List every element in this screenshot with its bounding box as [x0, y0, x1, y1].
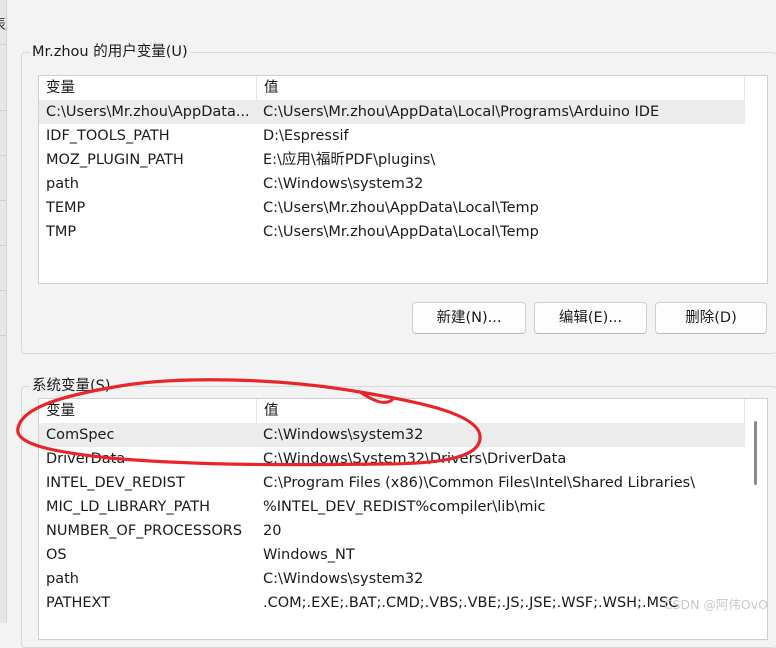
left-edge-char: 表 — [0, 14, 6, 34]
variable-value: E:\应用\福昕PDF\plugins\ — [263, 152, 436, 168]
variable-value: C:\Users\Mr.zhou\AppData\Local\Temp — [263, 224, 539, 240]
variable-name: DriverData — [46, 451, 126, 467]
user-variables-group: Mr.zhou 的用户变量(U) 变量 值 C:\Users\Mr.zhou\A… — [21, 42, 776, 354]
list-rows: ComSpec C:\Windows\system32 DriverData C… — [39, 423, 745, 615]
variable-name: PATHEXT — [46, 595, 111, 611]
table-row[interactable]: OS Windows_NT — [39, 543, 745, 567]
edge-divider — [0, 44, 6, 45]
variable-value: %INTEL_DEV_REDIST%compiler\lib\mic — [263, 499, 546, 515]
column-header-value[interactable]: 值 — [257, 76, 745, 100]
column-header-name[interactable]: 变量 — [39, 76, 257, 100]
variable-name: path — [46, 571, 79, 587]
column-header-value[interactable]: 值 — [257, 399, 745, 423]
table-row[interactable]: path C:\Windows\system32 — [39, 567, 745, 591]
variable-name: TEMP — [46, 200, 86, 216]
table-row[interactable]: PATHEXT .COM;.EXE;.BAT;.CMD;.VBS;.VBE;.J… — [39, 591, 745, 615]
edge-divider — [0, 245, 6, 246]
table-row[interactable]: DriverData C:\Windows\System32\Drivers\D… — [39, 447, 745, 471]
variable-value: C:\Windows\system32 — [263, 176, 424, 192]
variable-value: D:\Espressif — [263, 128, 349, 144]
variable-value: 20 — [263, 523, 282, 539]
edit-variable-button[interactable]: 编辑(E)... — [534, 302, 647, 334]
table-row[interactable]: TEMP C:\Users\Mr.zhou\AppData\Local\Temp — [39, 196, 745, 220]
variable-name: TMP — [46, 224, 77, 240]
user-variables-list[interactable]: 变量 值 C:\Users\Mr.zhou\AppData... C:\User… — [38, 75, 768, 284]
variable-name: ComSpec — [46, 427, 115, 443]
variable-name: path — [46, 176, 79, 192]
variable-name: C:\Users\Mr.zhou\AppData... — [46, 104, 250, 120]
system-variables-group: 系统变量(S) 变量 值 ComSpec C:\Windows\system32… — [21, 376, 776, 648]
list-rows: C:\Users\Mr.zhou\AppData... C:\Users\Mr.… — [39, 100, 745, 244]
variable-name: NUMBER_OF_PROCESSORS — [46, 523, 243, 539]
variable-name: IDF_TOOLS_PATH — [46, 128, 170, 144]
system-variables-title: 系统变量(S) — [30, 376, 113, 396]
variable-value: C:\Users\Mr.zhou\AppData\Local\Programs\… — [263, 104, 660, 120]
user-variables-title: Mr.zhou 的用户变量(U) — [30, 42, 190, 62]
table-row[interactable]: MOZ_PLUGIN_PATH E:\应用\福昕PDF\plugins\ — [39, 148, 745, 172]
variable-name: OS — [46, 547, 67, 563]
edge-divider — [0, 290, 6, 291]
edge-divider — [0, 155, 6, 156]
table-row[interactable]: MIC_LD_LIBRARY_PATH %INTEL_DEV_REDIST%co… — [39, 495, 745, 519]
new-variable-button[interactable]: 新建(N)... — [412, 302, 526, 334]
variable-value: C:\Windows\System32\Drivers\DriverData — [263, 451, 567, 467]
variable-value: C:\Users\Mr.zhou\AppData\Local\Temp — [263, 200, 539, 216]
left-window-edge: 表 — [0, 0, 7, 623]
delete-variable-button[interactable]: 删除(D) — [655, 302, 767, 334]
scrollbar-thumb[interactable] — [754, 421, 757, 485]
column-header-name[interactable]: 变量 — [39, 399, 257, 423]
edge-divider — [0, 335, 6, 336]
variable-name: MIC_LD_LIBRARY_PATH — [46, 499, 210, 515]
variable-value: Windows_NT — [263, 547, 355, 563]
table-row[interactable]: INTEL_DEV_REDIST C:\Program Files (x86)\… — [39, 471, 745, 495]
variable-name: MOZ_PLUGIN_PATH — [46, 152, 184, 168]
variable-name: INTEL_DEV_REDIST — [46, 475, 185, 491]
list-header: 变量 值 — [39, 399, 745, 423]
variable-value: C:\Windows\system32 — [263, 571, 424, 587]
watermark: CSDN @阿伟OvO — [663, 597, 768, 612]
table-row[interactable]: TMP C:\Users\Mr.zhou\AppData\Local\Temp — [39, 220, 745, 244]
edge-divider — [0, 200, 6, 201]
variable-value: C:\Program Files (x86)\Common Files\Inte… — [263, 475, 696, 491]
table-row[interactable]: C:\Users\Mr.zhou\AppData... C:\Users\Mr.… — [39, 100, 745, 124]
system-variables-list[interactable]: 变量 值 ComSpec C:\Windows\system32 DriverD… — [38, 398, 768, 640]
table-row[interactable]: NUMBER_OF_PROCESSORS 20 — [39, 519, 745, 543]
list-header: 变量 值 — [39, 76, 745, 100]
edge-divider — [0, 110, 6, 111]
table-row[interactable]: path C:\Windows\system32 — [39, 172, 745, 196]
table-row[interactable]: ComSpec C:\Windows\system32 — [39, 423, 745, 447]
table-row[interactable]: IDF_TOOLS_PATH D:\Espressif — [39, 124, 745, 148]
variable-value: C:\Windows\system32 — [263, 427, 424, 443]
